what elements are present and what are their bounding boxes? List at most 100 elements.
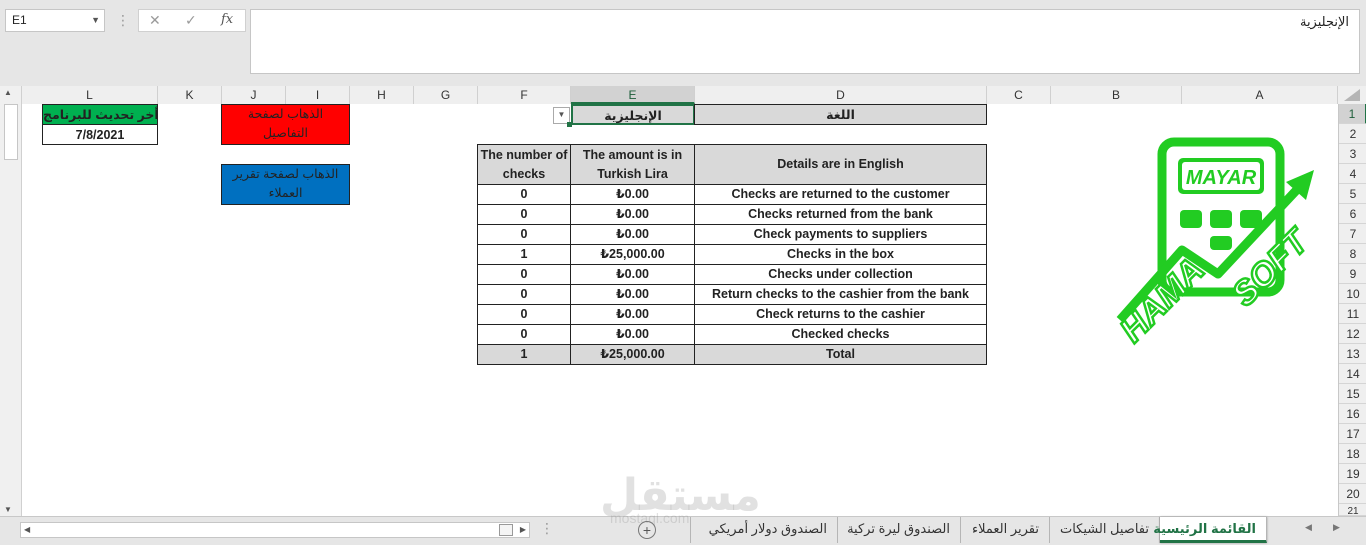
row-header[interactable]: 2 [1339, 124, 1366, 144]
cell-details[interactable]: Check returns to the cashier [694, 304, 987, 325]
cell-details[interactable]: Checks under collection [694, 264, 987, 285]
more-options-icon[interactable]: ⋮ [116, 12, 130, 29]
row-header[interactable]: 12 [1339, 324, 1366, 344]
row-header[interactable]: 17 [1339, 424, 1366, 444]
row-header[interactable]: 16 [1339, 404, 1366, 424]
vertical-scrollbar[interactable]: ▲ ▼ [0, 86, 22, 516]
cell-count[interactable]: 0 [477, 324, 571, 345]
column-header-f[interactable]: F [478, 86, 571, 104]
column-header-a[interactable]: A [1182, 86, 1338, 104]
table-header-row: The number of checks The amount is in Tu… [477, 144, 987, 185]
last-update-label: أخر تحديث للبرنامج [42, 104, 158, 125]
scroll-down-icon[interactable]: ▼ [4, 505, 12, 514]
cell-details[interactable]: Checked checks [694, 324, 987, 345]
column-header-b[interactable]: B [1051, 86, 1182, 104]
row-header[interactable]: 11 [1339, 304, 1366, 324]
column-header-i[interactable]: I [286, 86, 350, 104]
row-header[interactable]: 14 [1339, 364, 1366, 384]
cell-count[interactable]: 0 [477, 224, 571, 245]
row-header[interactable]: 15 [1339, 384, 1366, 404]
enter-icon[interactable]: ✓ [185, 12, 197, 29]
h-scroll-thumb[interactable] [499, 524, 513, 536]
column-header-h[interactable]: H [350, 86, 414, 104]
row-header[interactable]: 19 [1339, 464, 1366, 484]
header-amount[interactable]: The amount is in Turkish Lira [570, 144, 695, 185]
cell-details[interactable]: Checks in the box [694, 244, 987, 265]
go-to-details-button[interactable]: الذهاب لصفحة التفاصيل [221, 104, 350, 145]
fill-handle[interactable] [567, 122, 572, 127]
cell-details[interactable]: Return checks to the cashier from the ba… [694, 284, 987, 305]
table-row: 0 ₺0.00 Checks are returned to the custo… [477, 184, 987, 205]
tab-check-details[interactable]: تفاصيل الشيكات [1050, 517, 1160, 543]
chevron-down-icon[interactable]: ▼ [91, 10, 100, 31]
table-row: 0 ₺0.00 Check payments to suppliers [477, 224, 987, 245]
language-value-cell[interactable]: الإنجليزية [571, 104, 695, 125]
cell-amount[interactable]: ₺0.00 [570, 324, 695, 345]
column-header-c[interactable]: C [987, 86, 1051, 104]
cell-count[interactable]: 0 [477, 204, 571, 225]
column-header-k[interactable]: K [158, 86, 222, 104]
header-count[interactable]: The number of checks [477, 144, 571, 185]
row-header[interactable]: 4 [1339, 164, 1366, 184]
cell-amount[interactable]: ₺0.00 [570, 284, 695, 305]
language-label-cell[interactable]: اللغة [694, 104, 987, 125]
cell-amount[interactable]: ₺0.00 [570, 304, 695, 325]
next-sheet-icon[interactable]: ▶ [1333, 522, 1340, 533]
name-box[interactable]: E1 ▼ [5, 9, 105, 32]
prev-sheet-icon[interactable]: ◀ [1305, 522, 1312, 533]
row-header[interactable]: 13 [1339, 344, 1366, 364]
tab-main-menu[interactable]: القائمة الرئيسية [1153, 517, 1267, 543]
watermark-latin: mostaql.com [610, 510, 690, 526]
column-header-j[interactable]: J [222, 86, 286, 104]
go-to-customers-report-button[interactable]: الذهاب لصفحة تقرير العملاء [221, 164, 350, 205]
cell-count[interactable]: 0 [477, 184, 571, 205]
cell-count[interactable]: 0 [477, 304, 571, 325]
table-row: 1 ₺25,000.00 Checks in the box [477, 244, 987, 265]
formula-input[interactable]: الإنجليزية [250, 9, 1360, 74]
checks-summary-table: The number of checks The amount is in Tu… [477, 144, 987, 365]
scroll-left-icon[interactable]: ◀ [24, 523, 30, 537]
tab-customers-report[interactable]: تقرير العملاء [961, 517, 1050, 543]
column-header-e[interactable]: E [571, 86, 695, 104]
row-header[interactable]: 3 [1339, 144, 1366, 164]
cell-details[interactable]: Check payments to suppliers [694, 224, 987, 245]
horizontal-scrollbar[interactable]: ◀ ▶ [20, 522, 530, 538]
cell-amount[interactable]: ₺0.00 [570, 184, 695, 205]
row-header[interactable]: 20 [1339, 484, 1366, 504]
column-header-g[interactable]: G [414, 86, 478, 104]
cell-amount[interactable]: ₺0.00 [570, 204, 695, 225]
scroll-thumb[interactable] [4, 104, 18, 160]
row-header[interactable]: 21 [1339, 504, 1366, 517]
row-header[interactable]: 1 [1339, 104, 1366, 124]
cell-count[interactable]: 0 [477, 264, 571, 285]
cell-details[interactable]: Checks are returned to the customer [694, 184, 987, 205]
row-header[interactable]: 9 [1339, 264, 1366, 284]
tab-usd-cashbox[interactable]: الصندوق دولار أمريكي [690, 517, 838, 543]
header-details[interactable]: Details are in English [694, 144, 987, 185]
cell-amount[interactable]: ₺0.00 [570, 264, 695, 285]
column-header-d[interactable]: D [695, 86, 987, 104]
cell-count[interactable]: 0 [477, 284, 571, 305]
row-header[interactable]: 10 [1339, 284, 1366, 304]
total-amount[interactable]: ₺25,000.00 [570, 344, 695, 365]
cancel-icon[interactable]: ✕ [149, 12, 161, 29]
cell-amount[interactable]: ₺25,000.00 [570, 244, 695, 265]
total-label[interactable]: Total [694, 344, 987, 365]
insert-function-icon[interactable]: fx [221, 12, 233, 27]
cell-count[interactable]: 1 [477, 244, 571, 265]
cell-details[interactable]: Checks returned from the bank [694, 204, 987, 225]
tab-split-handle-icon[interactable]: ⋮ [540, 520, 554, 537]
select-all-corner[interactable] [1338, 86, 1366, 105]
row-header[interactable]: 7 [1339, 224, 1366, 244]
total-count[interactable]: 1 [477, 344, 571, 365]
row-header[interactable]: 6 [1339, 204, 1366, 224]
row-header[interactable]: 8 [1339, 244, 1366, 264]
scroll-right-icon[interactable]: ▶ [520, 523, 526, 537]
column-header-l[interactable]: L [22, 86, 158, 104]
table-total-row: 1 ₺25,000.00 Total [477, 344, 987, 365]
tab-try-cashbox[interactable]: الصندوق ليرة تركية [838, 517, 961, 543]
cell-amount[interactable]: ₺0.00 [570, 224, 695, 245]
scroll-up-icon[interactable]: ▲ [4, 88, 12, 97]
row-header[interactable]: 5 [1339, 184, 1366, 204]
row-header[interactable]: 18 [1339, 444, 1366, 464]
